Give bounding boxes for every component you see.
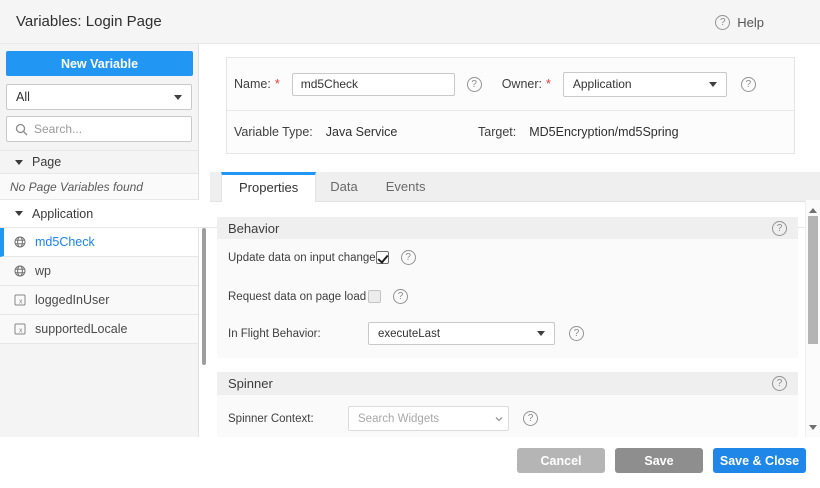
scroll-down-button[interactable] (806, 421, 820, 433)
chevron-down-icon (709, 82, 717, 87)
variable-item-label: loggedInUser (35, 293, 109, 307)
required-asterisk: * (546, 77, 551, 91)
variable-type-label: Variable Type: (234, 125, 313, 139)
spinner-section-title: Spinner (228, 376, 772, 391)
update-on-input-help-icon[interactable] (401, 250, 416, 265)
chevron-down-icon (493, 413, 505, 425)
variable-item-supportedlocale[interactable]: x supportedLocale (0, 315, 198, 344)
scroll-up-button[interactable] (806, 204, 820, 216)
spinner-help-icon[interactable] (772, 376, 787, 391)
help-label: Help (737, 15, 764, 30)
tree-section-application-label: Application (32, 207, 93, 221)
variable-type-value: Java Service (326, 125, 398, 139)
variable-item-md5check[interactable]: md5Check (0, 228, 198, 257)
name-help-icon[interactable] (467, 77, 482, 92)
name-input[interactable] (292, 73, 455, 96)
behavior-help-icon[interactable] (772, 221, 787, 236)
java-service-variable-icon (14, 236, 26, 248)
svg-text:x: x (19, 328, 23, 335)
request-on-load-row: Request data on page load (228, 289, 787, 304)
name-label: Name: (234, 77, 271, 91)
cancel-button[interactable]: Cancel (517, 448, 605, 473)
scrollbar-thumb[interactable] (808, 216, 818, 344)
name-owner-row: Name: * Owner: * Application (227, 58, 794, 111)
chevron-down-icon (174, 95, 182, 100)
in-flight-help-icon[interactable] (569, 326, 584, 341)
tab-properties[interactable]: Properties (221, 172, 316, 202)
request-on-load-label: Request data on page load (228, 291, 368, 303)
spinner-context-help-icon[interactable] (523, 411, 538, 426)
in-flight-behavior-row: In Flight Behavior: executeLast (228, 322, 787, 345)
variable-item-label: wp (35, 264, 51, 278)
owner-select[interactable]: Application (563, 72, 727, 97)
spinner-section-body: Spinner Context: (217, 395, 798, 438)
variable-item-wp[interactable]: wp (0, 257, 198, 286)
request-on-load-checkbox[interactable] (368, 290, 381, 303)
variables-dialog: Variables: Login Page Help New Variable … (0, 0, 820, 488)
svg-text:x: x (19, 299, 23, 306)
page-title: Variables: Login Page (16, 0, 162, 44)
behavior-section-body: Update data on input change Request data… (217, 239, 798, 358)
in-flight-selected-value: executeLast (378, 328, 537, 340)
java-service-variable-icon (14, 265, 26, 277)
owner-help-icon[interactable] (741, 77, 756, 92)
behavior-section-title: Behavior (228, 221, 772, 236)
spinner-context-input[interactable] (358, 413, 493, 425)
target-value: MD5Encryption/md5Spring (529, 125, 678, 139)
filter-selected-value: All (16, 90, 174, 104)
tab-events[interactable]: Events (372, 172, 440, 201)
variable-summary-box: Name: * Owner: * Application Variable Ty… (226, 57, 795, 154)
properties-scrollbar[interactable] (805, 200, 820, 437)
search-input[interactable] (34, 122, 183, 136)
search-icon (15, 123, 28, 136)
behavior-section: Behavior Update data on input change Req… (217, 217, 798, 358)
save-button[interactable]: Save (615, 448, 703, 473)
spinner-context-combobox[interactable] (348, 406, 509, 431)
static-variable-icon: x (14, 323, 26, 335)
spinner-context-label: Spinner Context: (228, 413, 348, 425)
owner-selected-value: Application (573, 77, 709, 91)
help-icon (715, 15, 730, 30)
dialog-header: Variables: Login Page Help (0, 0, 820, 44)
sidebar-scrollbar[interactable] (202, 228, 206, 365)
arrow-down-icon (809, 425, 817, 430)
required-asterisk: * (275, 77, 280, 91)
request-on-load-help-icon[interactable] (393, 289, 408, 304)
type-target-row: Variable Type: Java Service Target: MD5E… (227, 111, 794, 153)
variable-filter-select[interactable]: All (6, 84, 192, 110)
target-label: Target: (478, 125, 516, 139)
tab-data[interactable]: Data (316, 172, 371, 201)
new-variable-button[interactable]: New Variable (6, 51, 193, 76)
spinner-context-row: Spinner Context: (228, 406, 787, 431)
collapse-arrow-icon (15, 211, 23, 216)
behavior-section-header: Behavior (217, 217, 798, 239)
update-on-input-checkbox[interactable] (376, 251, 389, 264)
variable-search[interactable] (6, 116, 192, 142)
update-on-input-row: Update data on input change (228, 250, 787, 265)
page-empty-message: No Page Variables found (0, 174, 198, 200)
save-and-close-button[interactable]: Save & Close (713, 448, 806, 473)
variable-item-label: supportedLocale (35, 322, 127, 336)
tree-section-page[interactable]: Page (0, 150, 198, 174)
dialog-footer: Cancel Save Save & Close (0, 437, 820, 488)
detail-tabs: Properties Data Events (210, 172, 820, 202)
static-variable-icon: x (14, 294, 26, 306)
variables-sidebar: New Variable All Page No Page Variables … (0, 44, 199, 437)
tree-section-page-label: Page (32, 155, 61, 169)
update-on-input-label: Update data on input change (228, 252, 376, 264)
spinner-section: Spinner Spinner Context: (217, 372, 798, 437)
help-link[interactable]: Help (715, 0, 764, 44)
in-flight-behavior-label: In Flight Behavior: (228, 328, 368, 340)
chevron-down-icon (537, 331, 545, 336)
variable-item-loggedinuser[interactable]: x loggedInUser (0, 286, 198, 315)
arrow-up-icon (809, 208, 817, 213)
owner-label: Owner: (502, 77, 542, 91)
in-flight-behavior-select[interactable]: executeLast (368, 322, 555, 345)
collapse-arrow-icon (15, 160, 23, 165)
spinner-section-header: Spinner (217, 372, 798, 395)
variable-item-label: md5Check (35, 235, 95, 249)
